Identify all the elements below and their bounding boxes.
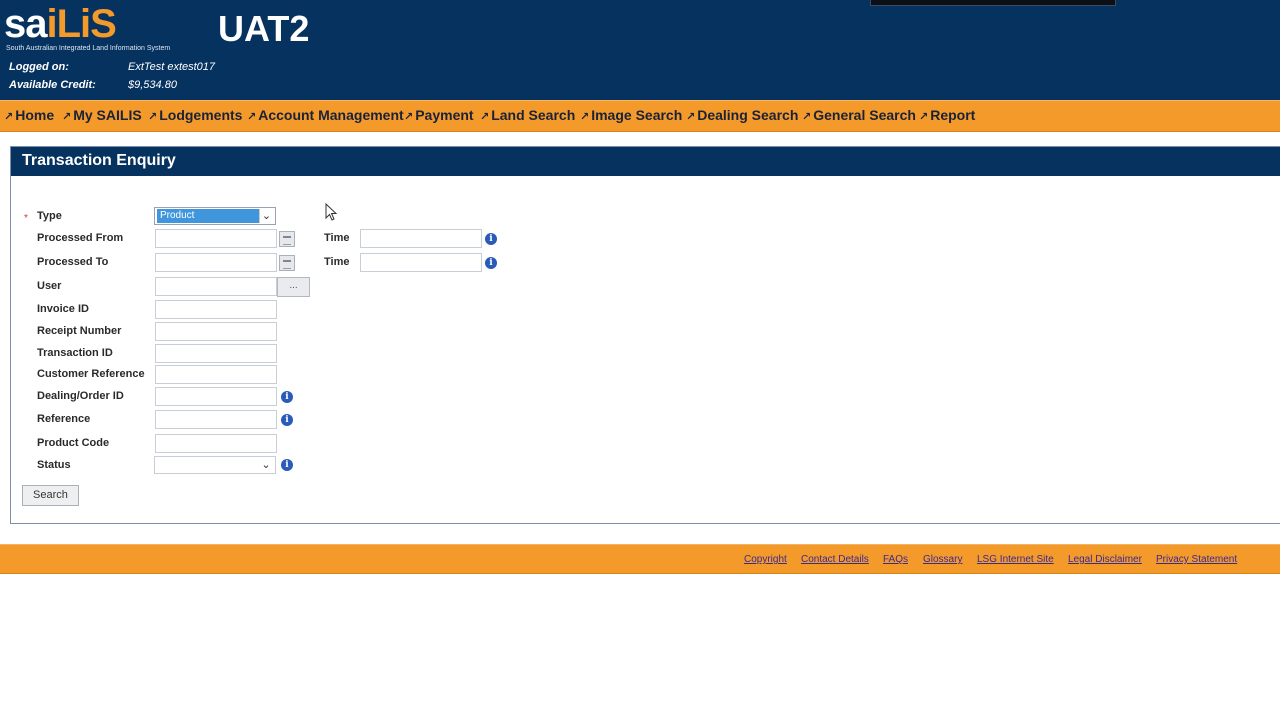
customer-reference-input[interactable]	[155, 365, 277, 384]
logo-text-orange: iLiS	[46, 2, 117, 46]
nav-arrow-icon: ↗	[4, 111, 14, 123]
nav-my-sailis[interactable]: ↗ My SAILIS	[62, 107, 142, 123]
time-from-input[interactable]	[360, 229, 482, 248]
info-icon[interactable]: i	[281, 459, 293, 471]
nav-home[interactable]: ↗ Home	[4, 107, 54, 123]
nav-label: Image Search	[591, 107, 683, 123]
panel-header: Transaction Enquiry	[11, 147, 1280, 176]
user-lookup-button[interactable]: ...	[277, 277, 310, 297]
environment-title: UAT2	[218, 8, 310, 49]
nav-arrow-icon: ↗	[404, 111, 414, 123]
customer-reference-label: Customer Reference	[37, 368, 145, 380]
footer-link-copyright[interactable]: Copyright	[744, 554, 787, 565]
dealing-order-id-label: Dealing/Order ID	[37, 390, 124, 402]
logged-on-label: Logged on:	[9, 61, 69, 73]
nav-label: General Search	[813, 107, 916, 123]
nav-land-search[interactable]: ↗ Land Search	[480, 107, 575, 123]
info-icon[interactable]: i	[281, 414, 293, 426]
type-label: Type	[37, 210, 62, 222]
info-icon[interactable]: i	[281, 391, 293, 403]
invoice-id-label: Invoice ID	[37, 303, 89, 315]
sailis-logo[interactable]: saiLiS	[4, 2, 117, 46]
required-marker: *	[24, 213, 28, 224]
chevron-down-icon: ⌄	[261, 459, 271, 471]
logo-text-white: sa	[4, 2, 47, 46]
type-select-value: Product	[157, 209, 260, 223]
site-footer: Copyright Contact Details FAQs Glossary …	[0, 544, 1280, 574]
nav-lodgements[interactable]: ↗ Lodgements	[148, 107, 242, 123]
status-select[interactable]: ⌄	[154, 456, 276, 474]
nav-payment[interactable]: ↗ Payment	[404, 107, 474, 123]
processed-from-input[interactable]	[155, 229, 277, 248]
reference-label: Reference	[37, 413, 91, 425]
credit-label: Available Credit:	[9, 79, 96, 91]
nav-arrow-icon: ↗	[686, 111, 696, 123]
footer-link-faqs[interactable]: FAQs	[883, 554, 908, 565]
user-input[interactable]	[155, 277, 277, 296]
app-window: saiLiS South Australian Integrated Land …	[0, 0, 1280, 720]
processed-from-label: Processed From	[37, 232, 124, 244]
reference-input[interactable]	[155, 410, 277, 429]
site-header: saiLiS South Australian Integrated Land …	[0, 0, 1280, 100]
logo-tagline: South Australian Integrated Land Informa…	[6, 45, 171, 52]
nav-label: Payment	[415, 107, 474, 123]
nav-label: Dealing Search	[697, 107, 799, 123]
nav-arrow-icon: ↗	[148, 111, 158, 123]
product-code-input[interactable]	[155, 434, 277, 453]
info-icon[interactable]: i	[485, 233, 497, 245]
processed-to-input[interactable]	[155, 253, 277, 272]
transaction-id-input[interactable]	[155, 344, 277, 363]
processed-to-label: Processed To	[37, 256, 109, 268]
search-button[interactable]: Search	[22, 485, 79, 506]
nav-general-search[interactable]: ↗ General Search	[802, 107, 916, 123]
nav-arrow-icon: ↗	[480, 111, 490, 123]
logged-on-value: ExtTest extest017	[128, 61, 216, 73]
mouse-cursor-icon	[325, 203, 338, 221]
product-code-label: Product Code	[37, 437, 110, 449]
info-icon[interactable]: i	[485, 257, 497, 269]
nav-image-search[interactable]: ↗ Image Search	[580, 107, 682, 123]
nav-label: Home	[15, 107, 55, 123]
credit-value: $9,534.80	[128, 79, 177, 91]
calendar-icon[interactable]	[279, 255, 295, 271]
nav-arrow-icon: ↗	[62, 111, 72, 123]
receipt-number-label: Receipt Number	[37, 325, 122, 337]
chevron-down-icon: ⌄	[259, 209, 273, 223]
nav-label: Account Management	[258, 107, 404, 123]
nav-label: Lodgements	[159, 107, 243, 123]
nav-dealing-search[interactable]: ↗ Dealing Search	[686, 107, 798, 123]
nav-arrow-icon: ↗	[802, 111, 812, 123]
nav-label: Land Search	[491, 107, 576, 123]
type-select[interactable]: Product ⌄	[154, 207, 276, 225]
nav-account-management[interactable]: ↗ Account Management	[247, 107, 404, 123]
time-from-label: Time	[324, 232, 350, 244]
receipt-number-input[interactable]	[155, 322, 277, 341]
time-to-label: Time	[324, 256, 350, 268]
nav-report[interactable]: ↗ Report	[919, 107, 975, 123]
main-nav: ↗ Home ↗ My SAILIS ↗ Lodgements ↗ Account Ma…	[0, 100, 1280, 132]
transaction-id-label: Transaction ID	[37, 347, 113, 359]
nav-arrow-icon: ↗	[580, 111, 590, 123]
dealing-order-id-input[interactable]	[155, 387, 277, 406]
overlay-window-edge	[870, 0, 1116, 6]
nav-label: Report	[930, 107, 976, 123]
footer-link-privacy-statement[interactable]: Privacy Statement	[1156, 554, 1237, 565]
invoice-id-input[interactable]	[155, 300, 277, 319]
footer-link-legal-disclaimer[interactable]: Legal Disclaimer	[1068, 554, 1142, 565]
nav-label: My SAILIS	[73, 107, 142, 123]
nav-arrow-icon: ↗	[247, 111, 257, 123]
calendar-icon[interactable]	[279, 231, 295, 247]
footer-link-glossary[interactable]: Glossary	[923, 554, 962, 565]
footer-link-lsg-internet-site[interactable]: LSG Internet Site	[977, 554, 1054, 565]
footer-link-contact-details[interactable]: Contact Details	[801, 554, 869, 565]
nav-arrow-icon: ↗	[919, 111, 929, 123]
page-title: Transaction Enquiry	[22, 152, 176, 169]
status-label: Status	[37, 459, 71, 471]
user-label: User	[37, 280, 62, 292]
time-to-input[interactable]	[360, 253, 482, 272]
